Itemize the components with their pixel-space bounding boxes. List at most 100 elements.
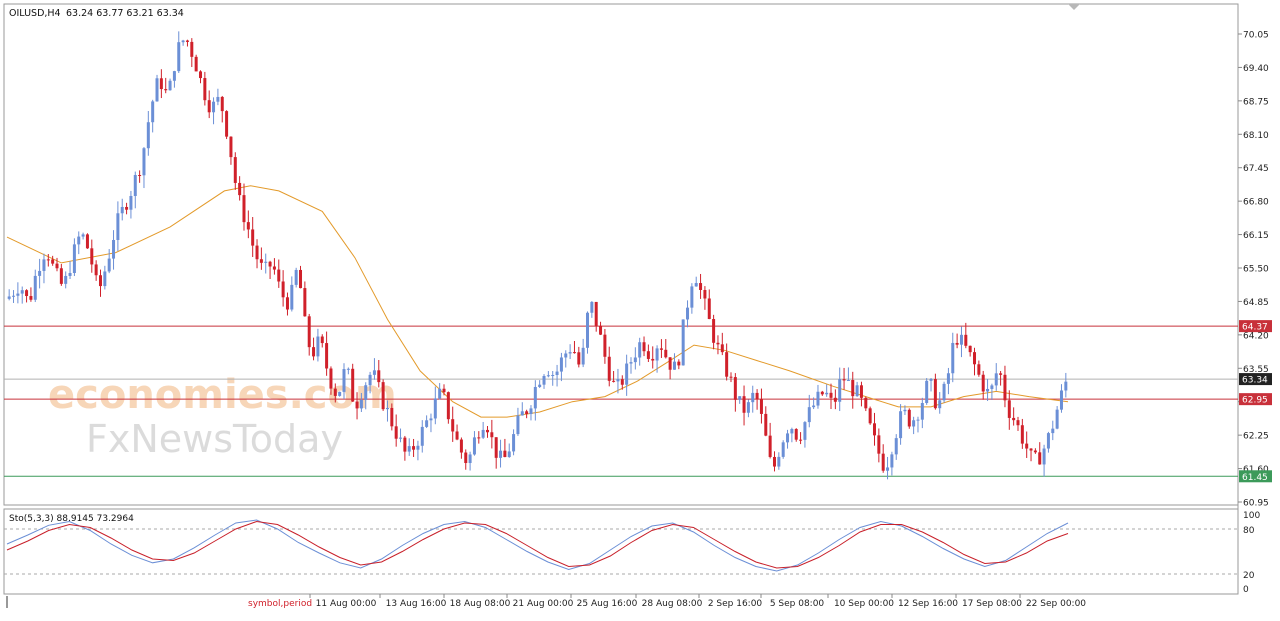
bull-candle — [33, 275, 37, 300]
bear-candle — [881, 453, 885, 471]
bull-candle — [690, 286, 694, 308]
bear-candle — [729, 376, 733, 378]
bull-candle — [81, 234, 85, 237]
oscillator-frame — [3, 508, 1239, 595]
bear-candle — [159, 78, 163, 90]
bear-candle — [225, 111, 229, 137]
time-tick-label: 2 Sep 16:00 — [708, 599, 763, 609]
bear-candle — [259, 259, 263, 263]
bear-candle — [820, 391, 824, 395]
bull-candle — [694, 283, 698, 287]
bear-candle — [464, 452, 468, 464]
bear-candle — [977, 364, 981, 375]
bear-candle — [503, 450, 507, 458]
bull-candle — [803, 422, 807, 440]
bear-candle — [381, 382, 385, 410]
bull-candle — [364, 385, 368, 400]
bull-candle — [112, 239, 116, 259]
bull-candle — [20, 290, 24, 294]
bull-candle — [920, 403, 924, 420]
level-label: 62.95 — [1242, 396, 1268, 406]
bear-candle — [799, 439, 803, 441]
bear-candle — [677, 361, 681, 366]
bear-candle — [451, 419, 455, 432]
bear-candle — [794, 429, 798, 440]
bull-candle — [616, 379, 620, 382]
bear-candle — [351, 368, 355, 402]
bull-candle — [986, 388, 990, 392]
bear-candle — [485, 429, 489, 433]
bear-candle — [651, 358, 655, 361]
price-tick-label: 66.15 — [1243, 231, 1269, 241]
bear-candle — [85, 234, 89, 249]
bull-candle — [812, 405, 816, 408]
bear-candle — [768, 435, 772, 457]
bear-candle — [312, 347, 316, 357]
bear-candle — [494, 437, 498, 458]
bear-candle — [272, 266, 276, 270]
bull-candle — [468, 454, 472, 464]
bull-candle — [781, 442, 785, 457]
bull-candle — [385, 407, 389, 410]
bull-candle — [786, 433, 790, 443]
bull-candle — [633, 357, 637, 363]
bull-candle — [542, 375, 546, 385]
oscillator-tick-label: 20 — [1243, 571, 1255, 581]
bear-candle — [403, 437, 407, 452]
bear-candle — [612, 380, 616, 382]
bear-candle — [199, 71, 203, 79]
bear-candle — [868, 408, 872, 424]
bear-candle — [851, 380, 855, 397]
symbol-period-note: symbol,period — [248, 599, 312, 609]
bear-candle — [973, 352, 977, 365]
bear-candle — [525, 411, 529, 415]
bear-candle — [242, 195, 246, 223]
bear-candle — [594, 301, 598, 326]
bull-candle — [946, 373, 950, 384]
bull-candle — [568, 352, 572, 354]
bull-candle — [777, 456, 781, 467]
bull-candle — [751, 392, 755, 403]
bear-candle — [299, 269, 303, 289]
bear-candle — [707, 298, 711, 320]
bull-candle — [916, 419, 920, 421]
bear-candle — [907, 409, 911, 427]
bear-candle — [277, 269, 281, 282]
bear-candle — [238, 182, 242, 196]
price-tick-label: 65.50 — [1243, 265, 1269, 275]
bull-candle — [181, 40, 185, 43]
bull-candle — [425, 420, 429, 427]
bull-candle — [586, 312, 590, 348]
oscillator-tick-label: 0 — [1243, 585, 1249, 595]
bull-candle — [912, 420, 916, 427]
bull-candle — [533, 386, 537, 409]
bear-candle — [29, 296, 33, 300]
bear-candle — [90, 248, 94, 265]
bear-candle — [329, 368, 333, 389]
bear-candle — [955, 342, 959, 345]
oscillator-tick-label: 80 — [1243, 526, 1255, 536]
bear-candle — [1003, 374, 1007, 401]
bear-candle — [1038, 452, 1042, 465]
bear-candle — [1007, 400, 1011, 418]
bear-candle — [659, 348, 663, 350]
bear-candle — [281, 281, 285, 298]
bull-candle — [368, 374, 372, 386]
bear-candle — [394, 426, 398, 439]
price-tick-label: 64.85 — [1243, 298, 1269, 308]
bull-candle — [155, 78, 159, 102]
time-tick-label: 17 Sep 08:00 — [962, 599, 1022, 609]
price-tick-label: 66.80 — [1243, 198, 1269, 208]
bear-candle — [190, 41, 194, 57]
bear-candle — [664, 349, 668, 358]
time-tick-label: 18 Aug 08:00 — [450, 599, 511, 609]
bear-candle — [229, 136, 233, 158]
time-tick-label: 11 Aug 00:00 — [316, 599, 377, 609]
bear-candle — [255, 245, 259, 260]
bull-candle — [629, 362, 633, 364]
bull-candle — [1055, 409, 1059, 429]
bear-candle — [764, 413, 768, 436]
bull-candle — [816, 391, 820, 406]
bull-candle — [38, 270, 42, 276]
bear-candle — [755, 392, 759, 400]
